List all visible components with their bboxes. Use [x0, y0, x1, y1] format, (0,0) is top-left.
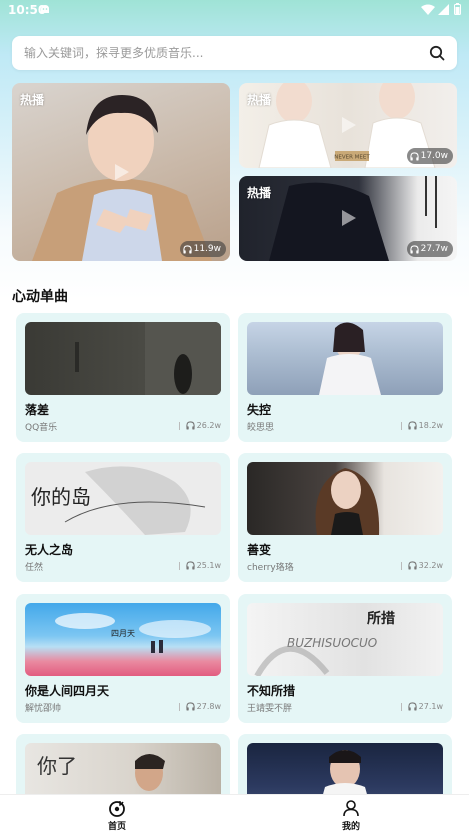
search-bar[interactable]	[12, 36, 457, 70]
song-cover	[25, 322, 221, 395]
play-count-badge: 11.9w	[179, 241, 226, 257]
song-card[interactable]: 所措 BUZHISUOCUO 不知所措 王靖雯不胖 27.1w	[238, 594, 452, 723]
song-cover: 所措 BUZHISUOCUO	[247, 603, 443, 676]
search-icon[interactable]	[429, 45, 445, 61]
hot-label: 热播	[247, 186, 272, 200]
song-count-value: 32.2w	[418, 561, 443, 570]
song-card[interactable]: 善变 cherry珞珞 32.2w	[238, 453, 452, 582]
song-play-count: 18.2w	[400, 421, 443, 430]
play-icon[interactable]	[110, 161, 132, 183]
search-input[interactable]	[24, 36, 404, 70]
song-artist: 解忧邵帅	[25, 704, 62, 714]
headphones-icon	[409, 151, 419, 161]
song-artist: 皎思思	[247, 423, 275, 433]
play-count: 17.0w	[420, 151, 448, 161]
cover-text: 四月天	[111, 629, 135, 638]
song-cover: 你的岛	[25, 462, 221, 535]
cover-text-never-meet: NEVER MEET	[334, 155, 370, 161]
song-count-value: 18.2w	[418, 421, 443, 430]
music-disc-icon	[109, 801, 125, 817]
hot-card-main[interactable]: 热播 11.9w	[12, 83, 230, 261]
play-count-badge: 27.7w	[406, 241, 453, 257]
song-play-count: 25.1w	[178, 561, 221, 570]
user-icon	[343, 800, 359, 817]
cover-text: 所措	[367, 610, 395, 627]
song-count-value: 25.1w	[196, 561, 221, 570]
play-count: 27.7w	[420, 244, 448, 254]
headphones-icon	[182, 244, 192, 254]
song-title: 失控	[247, 403, 272, 417]
battery-icon	[454, 3, 461, 15]
song-title: 善变	[247, 543, 272, 557]
cover-text: 你了	[37, 754, 77, 778]
hot-label: 热播	[20, 93, 45, 107]
song-title: 落差	[25, 403, 50, 417]
headphones-icon	[409, 244, 419, 254]
song-artist: 任然	[25, 563, 44, 573]
song-play-count: 27.1w	[400, 702, 443, 711]
hot-card-top[interactable]: NEVER MEET 热播 17.0w	[239, 83, 457, 168]
song-card[interactable]: 失控 皎思思 18.2w	[238, 313, 452, 442]
song-card[interactable]: 落差 QQ音乐 26.2w	[16, 313, 230, 442]
play-count: 11.9w	[193, 244, 221, 254]
song-title: 无人之岛	[25, 543, 74, 557]
headphones-icon	[186, 421, 195, 430]
song-card[interactable]: 你的岛 无人之岛 任然 25.1w	[16, 453, 230, 582]
song-artist: cherry珞珞	[247, 563, 294, 573]
headphones-icon	[408, 702, 417, 711]
song-count-value: 27.1w	[418, 702, 443, 711]
song-play-count: 26.2w	[178, 421, 221, 430]
bottom-nav: 首页 我的	[0, 794, 469, 834]
nav-home-label: 首页	[107, 822, 126, 832]
song-card[interactable]: 四月天 你是人间四月天 解忧邵帅 27.8w	[16, 594, 230, 723]
song-count-value: 26.2w	[196, 421, 221, 430]
wifi-icon	[421, 4, 435, 15]
song-cover	[247, 462, 443, 535]
play-icon[interactable]	[337, 114, 359, 136]
song-artist: QQ音乐	[25, 423, 58, 433]
song-play-count: 27.8w	[178, 702, 221, 711]
android-notification-icon	[41, 5, 49, 13]
song-title: 不知所措	[247, 684, 296, 698]
signal-icon	[438, 4, 449, 15]
headphones-icon	[186, 702, 195, 711]
play-count-badge: 17.0w	[406, 148, 453, 164]
song-play-count: 32.2w	[400, 561, 443, 570]
hot-card-bottom[interactable]: 热播 27.7w	[239, 176, 457, 261]
headphones-icon	[186, 561, 195, 570]
nav-home[interactable]: 首页	[87, 799, 147, 832]
status-bar: 10:50	[0, 0, 469, 22]
headphones-icon	[408, 421, 417, 430]
section-title: 心动单曲	[12, 289, 68, 305]
song-cover	[247, 322, 443, 395]
song-cover: 四月天	[25, 603, 221, 676]
song-count-value: 27.8w	[196, 702, 221, 711]
hot-label: 热播	[247, 93, 272, 107]
headphones-icon	[408, 561, 417, 570]
cover-text: 你的岛	[31, 485, 91, 509]
play-icon[interactable]	[337, 207, 359, 229]
nav-mine-label: 我的	[341, 822, 360, 832]
song-artist: 王靖雯不胖	[247, 704, 293, 714]
nav-mine[interactable]: 我的	[321, 799, 381, 832]
song-title: 你是人间四月天	[25, 684, 110, 698]
